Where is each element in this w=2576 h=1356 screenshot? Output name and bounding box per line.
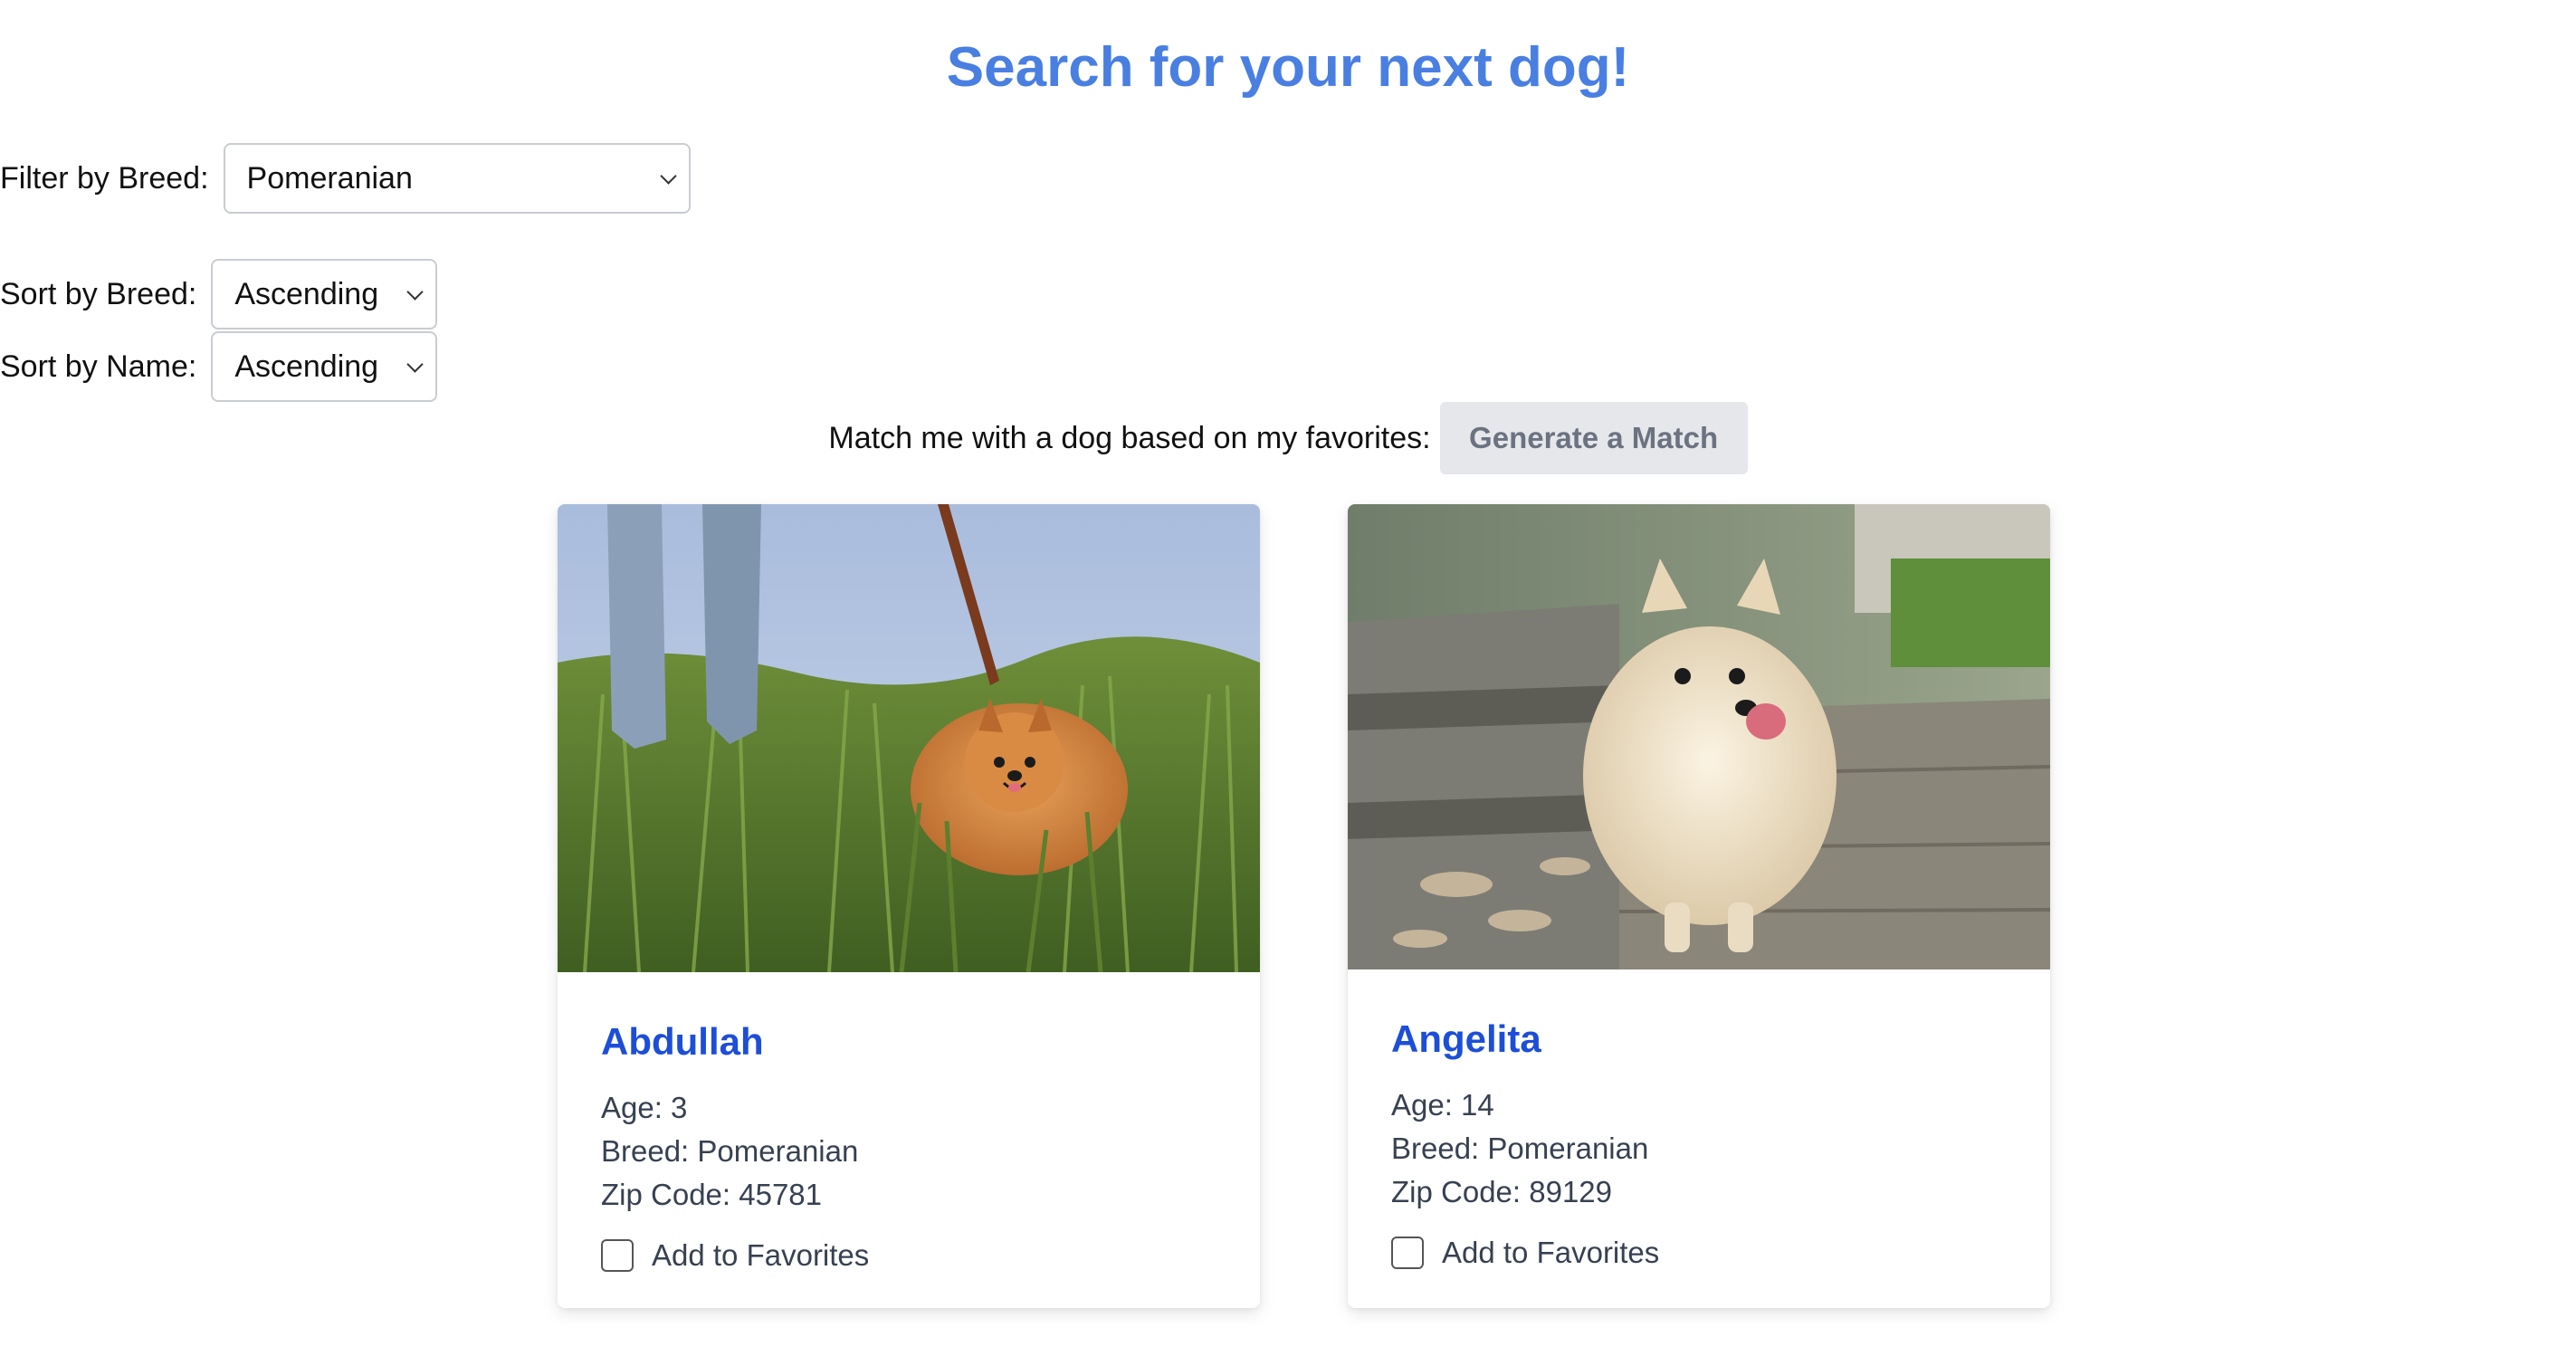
sort-name-value: Ascending <box>234 349 379 384</box>
chevron-down-icon <box>406 283 425 301</box>
match-row: Match me with a dog based on my favorite… <box>0 402 2576 474</box>
match-label: Match me with a dog based on my favorite… <box>828 420 1431 455</box>
dog-card-body: Angelita Age: 14 Breed: Pomeranian Zip C… <box>1348 1017 2050 1270</box>
favorite-label: Add to Favorites <box>1442 1236 1660 1269</box>
breed-filter-label: Filter by Breed: <box>0 160 209 196</box>
dog-name: Abdullah <box>601 1020 764 1063</box>
favorite-checkbox[interactable] <box>1391 1237 1424 1269</box>
chevron-down-icon <box>659 167 677 185</box>
sort-breed-row: Sort by Breed: Ascending <box>0 259 438 329</box>
dog-age: Age: 3 <box>601 1091 688 1124</box>
dog-name: Angelita <box>1391 1017 1541 1060</box>
dog-age: Age: 14 <box>1391 1088 1494 1122</box>
sort-breed-label: Sort by Breed: <box>0 276 197 311</box>
sort-name-row: Sort by Name: Ascending <box>0 331 438 402</box>
favorite-label: Add to Favorites <box>652 1238 870 1272</box>
breed-filter-value: Pomeranian <box>246 160 413 196</box>
page-title: Search for your next dog! <box>946 36 1630 99</box>
generate-match-button[interactable]: Generate a Match <box>1439 402 1748 474</box>
favorite-checkbox[interactable] <box>601 1239 634 1272</box>
dog-card-body: Abdullah Age: 3 Breed: Pomeranian Zip Co… <box>558 1019 1260 1273</box>
dog-card: Angelita Age: 14 Breed: Pomeranian Zip C… <box>1348 504 2050 1308</box>
dog-search-page: Search for your next dog! Filter by Bree… <box>0 0 2576 1356</box>
dog-zip: Zip Code: 45781 <box>601 1178 823 1211</box>
dog-breed: Breed: Pomeranian <box>601 1134 859 1168</box>
favorite-toggle[interactable]: Add to Favorites <box>601 1238 1216 1273</box>
sort-name-label: Sort by Name: <box>0 349 197 384</box>
dog-card: Abdullah Age: 3 Breed: Pomeranian Zip Co… <box>558 504 1260 1308</box>
dog-zip: Zip Code: 89129 <box>1391 1175 1613 1208</box>
favorite-toggle[interactable]: Add to Favorites <box>1391 1236 2007 1270</box>
sort-breed-value: Ascending <box>234 276 379 311</box>
sort-breed-select[interactable]: Ascending <box>211 259 438 329</box>
breed-filter-row: Filter by Breed: Pomeranian <box>0 143 691 214</box>
dog-photo <box>1348 504 2050 969</box>
breed-filter-select[interactable]: Pomeranian <box>223 143 691 214</box>
sort-name-select[interactable]: Ascending <box>211 331 438 402</box>
dog-photo <box>558 504 1260 972</box>
dog-breed: Breed: Pomeranian <box>1391 1132 1649 1165</box>
chevron-down-icon <box>406 356 425 373</box>
